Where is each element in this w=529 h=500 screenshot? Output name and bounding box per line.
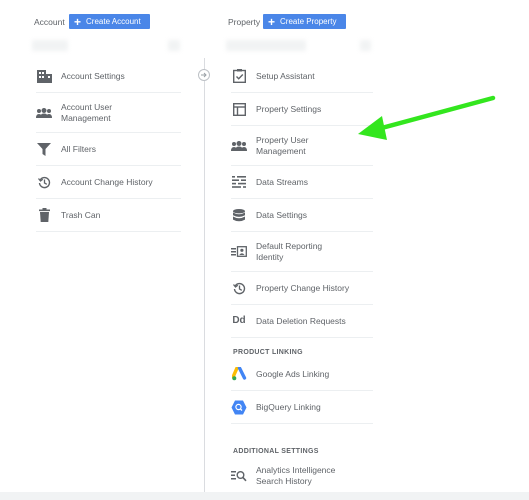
create-property-button[interactable]: + Create Property [263,14,346,29]
google-ads-linking-item[interactable]: Google Ads Linking [231,358,373,391]
data-streams-label: Data Streams [256,176,308,187]
bigquery-icon [231,399,247,415]
plus-icon: + [74,14,82,29]
data-settings-item[interactable]: Data Settings [231,199,373,232]
account-settings-label: Account Settings [61,70,125,81]
trash-icon [36,207,52,223]
arrow-right-icon [201,72,207,78]
checklist-icon [231,68,247,84]
account-change-history-item[interactable]: Account Change History [36,166,181,199]
property-selector-redacted-end [360,40,371,51]
plus-icon: + [268,14,276,29]
layout-icon [231,101,247,117]
data-settings-label: Data Settings [256,209,308,220]
property-change-history-label: Property Change History [256,282,350,293]
search-history-icon [231,468,247,484]
expand-circle-button[interactable] [198,69,210,81]
property-selector-redacted[interactable] [226,40,306,51]
account-selector-redacted-end [168,40,180,51]
data-deletion-requests-item[interactable]: Dd Data Deletion Requests [231,305,373,338]
account-selector-redacted[interactable] [32,40,68,51]
analytics-intelligence-search-history-label: Analytics Intelligence Search History [256,465,336,486]
product-linking-heading: PRODUCT LINKING [233,349,303,356]
trash-can-item[interactable]: Trash Can [36,199,181,232]
create-property-label: Create Property [280,17,337,26]
default-reporting-identity-item[interactable]: Default Reporting Identity [231,232,373,272]
account-change-history-label: Account Change History [61,176,153,187]
bigquery-linking-item[interactable]: BigQuery Linking [231,391,373,424]
setup-assistant-item[interactable]: Setup Assistant [231,60,373,93]
history-icon [231,280,247,296]
account-column-label: Account [34,17,65,27]
all-filters-item[interactable]: All Filters [36,133,181,166]
bottom-bar [0,492,529,500]
data-streams-item[interactable]: Data Streams [231,166,373,199]
google-ads-icon [231,366,247,382]
property-settings-label: Property Settings [256,103,322,114]
property-user-management-label: Property User Management [256,134,309,156]
building-icon [36,68,52,84]
all-filters-label: All Filters [61,143,96,154]
property-change-history-item[interactable]: Property Change History [231,272,373,305]
people-icon [231,138,247,154]
filter-icon [36,141,52,157]
streams-icon [231,174,247,190]
data-deletion-requests-label: Data Deletion Requests [256,315,346,326]
property-column-label: Property [228,17,261,27]
people-icon [36,105,52,121]
bigquery-linking-label: BigQuery Linking [256,401,321,412]
additional-settings-heading: ADDITIONAL SETTINGS [233,448,319,455]
database-icon [231,207,247,223]
account-user-management-item[interactable]: Account User Management [36,93,181,133]
create-account-label: Create Account [86,17,141,26]
identity-icon [231,244,247,260]
history-icon [36,174,52,190]
account-user-management-label: Account User Management [61,101,113,123]
green-annotation-arrow [358,95,496,140]
default-reporting-identity-label: Default Reporting Identity [256,240,323,262]
trash-can-label: Trash Can [61,209,101,220]
setup-assistant-label: Setup Assistant [256,70,315,81]
create-account-button[interactable]: + Create Account [69,14,150,29]
analytics-intelligence-search-history-item[interactable]: Analytics Intelligence Search History [231,460,373,492]
account-settings-item[interactable]: Account Settings [36,60,181,93]
google-ads-linking-label: Google Ads Linking [256,368,330,379]
dd-icon: Dd [232,314,246,326]
column-divider [204,58,205,492]
